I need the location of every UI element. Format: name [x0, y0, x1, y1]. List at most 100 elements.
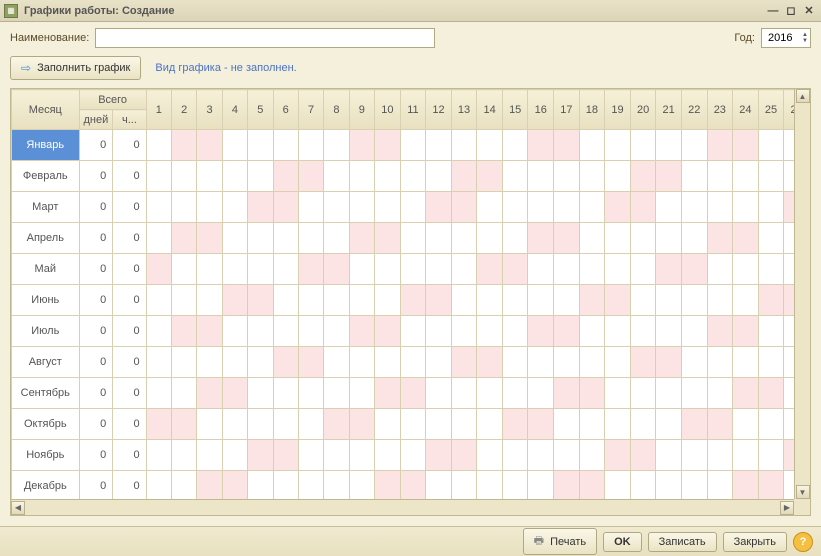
- day-cell[interactable]: [554, 347, 580, 378]
- day-cell[interactable]: [349, 440, 374, 471]
- day-cell[interactable]: [146, 471, 171, 502]
- day-cell[interactable]: [528, 192, 554, 223]
- day-cell[interactable]: [528, 285, 554, 316]
- day-cell[interactable]: [349, 471, 374, 502]
- day-cell[interactable]: [758, 285, 784, 316]
- day-cell[interactable]: [248, 192, 273, 223]
- day-cell[interactable]: [630, 316, 656, 347]
- day-cell[interactable]: [605, 285, 631, 316]
- day-cell[interactable]: [400, 285, 426, 316]
- day-cell[interactable]: [579, 440, 605, 471]
- day-cell[interactable]: [502, 192, 528, 223]
- table-row[interactable]: Ноябрь00: [12, 440, 810, 471]
- day-cell[interactable]: [656, 130, 682, 161]
- day-cell[interactable]: [324, 192, 349, 223]
- day-cell[interactable]: [605, 378, 631, 409]
- day-cell[interactable]: [146, 192, 171, 223]
- horizontal-scrollbar[interactable]: ◀ ▶: [11, 499, 794, 515]
- day-cell[interactable]: [197, 130, 222, 161]
- day-cell[interactable]: [197, 409, 222, 440]
- day-cell[interactable]: [324, 254, 349, 285]
- day-cell[interactable]: [758, 316, 784, 347]
- day-cell[interactable]: [707, 192, 733, 223]
- day-cell[interactable]: [349, 254, 374, 285]
- day-cell[interactable]: [426, 440, 452, 471]
- day-cell[interactable]: [579, 192, 605, 223]
- day-cell[interactable]: [630, 161, 656, 192]
- day-cell[interactable]: [528, 130, 554, 161]
- day-cell[interactable]: [248, 223, 273, 254]
- day-cell[interactable]: [197, 471, 222, 502]
- close-window-button[interactable]: ✕: [801, 4, 817, 18]
- day-cell[interactable]: [605, 440, 631, 471]
- day-cell[interactable]: [426, 347, 452, 378]
- day-cell[interactable]: [375, 471, 401, 502]
- day-cell[interactable]: [146, 378, 171, 409]
- day-cell[interactable]: [579, 254, 605, 285]
- scroll-right-icon[interactable]: ▶: [780, 501, 794, 515]
- day-cell[interactable]: [375, 347, 401, 378]
- day-cell[interactable]: [298, 254, 323, 285]
- day-cell[interactable]: [375, 161, 401, 192]
- day-cell[interactable]: [400, 440, 426, 471]
- day-cell[interactable]: [273, 471, 298, 502]
- day-cell[interactable]: [733, 192, 759, 223]
- day-cell[interactable]: [273, 285, 298, 316]
- day-cell[interactable]: [605, 161, 631, 192]
- day-cell[interactable]: [656, 378, 682, 409]
- day-cell[interactable]: [324, 440, 349, 471]
- day-cell[interactable]: [222, 130, 247, 161]
- day-cell[interactable]: [451, 254, 477, 285]
- day-cell[interactable]: [707, 161, 733, 192]
- day-cell[interactable]: [630, 471, 656, 502]
- year-input[interactable]: 2016 ▲ ▼: [761, 28, 811, 48]
- day-cell[interactable]: [248, 285, 273, 316]
- table-row[interactable]: Сентябрь00: [12, 378, 810, 409]
- day-cell[interactable]: [681, 130, 707, 161]
- day-cell[interactable]: [172, 192, 197, 223]
- name-input[interactable]: [95, 28, 435, 48]
- day-cell[interactable]: [349, 347, 374, 378]
- day-cell[interactable]: [222, 409, 247, 440]
- day-cell[interactable]: [248, 440, 273, 471]
- day-cell[interactable]: [733, 285, 759, 316]
- day-cell[interactable]: [502, 347, 528, 378]
- day-cell[interactable]: [707, 347, 733, 378]
- grid-table[interactable]: МесяцВсего123456789101112131415161718192…: [11, 89, 810, 502]
- day-cell[interactable]: [146, 285, 171, 316]
- day-cell[interactable]: [375, 285, 401, 316]
- day-cell[interactable]: [172, 316, 197, 347]
- day-cell[interactable]: [146, 161, 171, 192]
- day-cell[interactable]: [349, 192, 374, 223]
- day-cell[interactable]: [146, 347, 171, 378]
- day-cell[interactable]: [554, 316, 580, 347]
- day-cell[interactable]: [197, 440, 222, 471]
- day-cell[interactable]: [426, 471, 452, 502]
- day-cell[interactable]: [222, 440, 247, 471]
- day-cell[interactable]: [400, 316, 426, 347]
- day-cell[interactable]: [273, 440, 298, 471]
- ok-button[interactable]: OK: [603, 532, 642, 552]
- day-cell[interactable]: [605, 409, 631, 440]
- day-cell[interactable]: [630, 440, 656, 471]
- day-cell[interactable]: [579, 223, 605, 254]
- day-cell[interactable]: [528, 378, 554, 409]
- save-button[interactable]: Записать: [648, 532, 717, 552]
- day-cell[interactable]: [273, 223, 298, 254]
- day-cell[interactable]: [248, 378, 273, 409]
- day-cell[interactable]: [197, 316, 222, 347]
- scroll-up-icon[interactable]: ▲: [796, 89, 810, 103]
- day-cell[interactable]: [477, 285, 503, 316]
- day-cell[interactable]: [528, 347, 554, 378]
- fill-schedule-button[interactable]: ⇨ Заполнить график: [10, 56, 141, 80]
- day-cell[interactable]: [298, 161, 323, 192]
- day-cell[interactable]: [324, 471, 349, 502]
- day-cell[interactable]: [733, 130, 759, 161]
- day-cell[interactable]: [681, 471, 707, 502]
- day-cell[interactable]: [426, 254, 452, 285]
- day-cell[interactable]: [733, 440, 759, 471]
- day-cell[interactable]: [298, 409, 323, 440]
- day-cell[interactable]: [605, 130, 631, 161]
- day-cell[interactable]: [554, 285, 580, 316]
- day-cell[interactable]: [172, 409, 197, 440]
